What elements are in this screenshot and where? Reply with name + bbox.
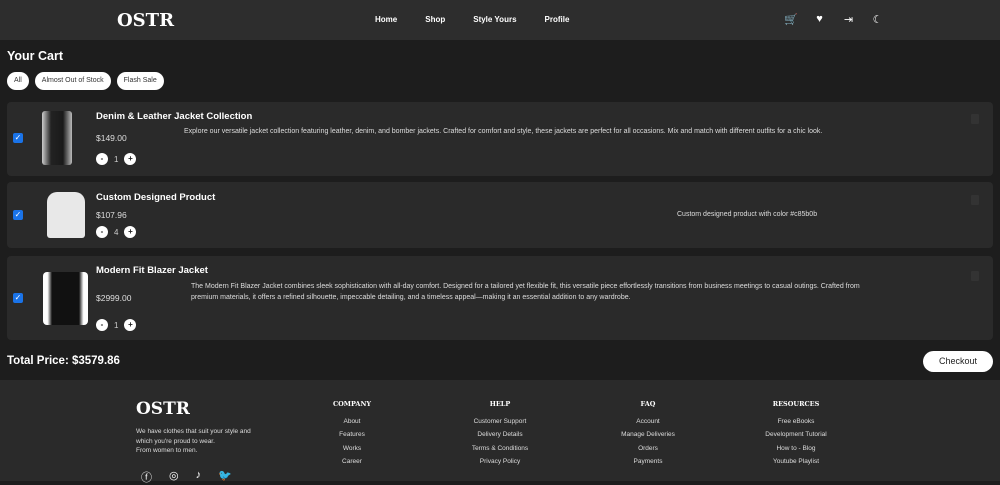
footer-link[interactable]: Manage Deliveries	[621, 431, 675, 444]
tagline-line: which you're proud to wear.	[136, 437, 215, 445]
tagline-line: From women to men.	[136, 447, 198, 454]
quantity: 1	[114, 320, 119, 330]
checkout-button[interactable]: Checkout	[923, 351, 993, 372]
filter-all[interactable]: All	[7, 72, 29, 90]
footer-link[interactable]: Career	[333, 458, 371, 471]
footer-link[interactable]: Development Tutorial	[765, 431, 826, 444]
col-heading: RESOURCES	[772, 400, 820, 408]
footer-link[interactable]: Terms & Conditions	[472, 445, 528, 458]
footer-link[interactable]: How to - Blog	[765, 445, 826, 458]
footer-link[interactable]: Customer Support	[472, 418, 528, 431]
footer-link[interactable]: Payments	[621, 458, 675, 471]
nav-home[interactable]: Home	[375, 15, 397, 24]
cart-item: ✓ Custom Designed Product $107.96 Custom…	[7, 182, 993, 248]
item-price: $149.00	[96, 133, 127, 143]
quantity: 1	[114, 154, 119, 164]
twitter-icon[interactable]: 🐦	[218, 469, 232, 485]
footer: OSTR We have clothes that suit your styl…	[0, 380, 1000, 484]
footer-col-resources: RESOURCES Free eBooks Development Tutorial…	[765, 400, 826, 471]
filter-almost-out-of-stock[interactable]: Almost Out of Stock	[34, 72, 111, 90]
nav-profile[interactable]: Profile	[545, 15, 570, 24]
logout-icon[interactable]: ⇥	[842, 13, 855, 26]
footer-link[interactable]: Privacy Policy	[472, 458, 528, 471]
quantity: 4	[114, 227, 119, 237]
item-title: Denim & Leather Jacket Collection	[96, 111, 253, 122]
footer-link[interactable]: Works	[333, 445, 371, 458]
item-title: Custom Designed Product	[96, 192, 216, 203]
instagram-icon[interactable]: ◎	[169, 469, 179, 485]
item-checkbox[interactable]: ✓	[13, 133, 23, 143]
item-description: Explore our versatile jacket collection …	[184, 128, 823, 135]
footer-link[interactable]: Youtube Playlist	[765, 458, 826, 471]
item-description: The Modern Fit Blazer Jacket combines sl…	[191, 283, 860, 301]
footer-link[interactable]: Features	[333, 431, 371, 444]
item-price: $2999.00	[96, 293, 132, 303]
col-heading: HELP	[489, 400, 511, 408]
footer-col-help: HELP Customer Support Delivery Details Term…	[472, 400, 528, 471]
trash-icon[interactable]	[971, 271, 979, 281]
decrease-button[interactable]: -	[96, 226, 108, 238]
facebook-icon[interactable]: ⓕ	[141, 469, 152, 485]
product-image	[47, 192, 85, 238]
decrease-button[interactable]: -	[96, 319, 108, 331]
logo[interactable]: OSTR	[117, 10, 174, 31]
nav-style-yours[interactable]: Style Yours	[473, 15, 516, 24]
footer-link[interactable]: About	[333, 418, 371, 431]
page-title: Your Cart	[7, 49, 64, 63]
nav-shop[interactable]: Shop	[425, 15, 445, 24]
cart-icon[interactable]: 🛒	[784, 13, 798, 26]
product-image	[42, 111, 72, 165]
total-price: Total Price: $3579.86	[7, 355, 120, 367]
navbar: OSTR Home Shop Style Yours Profile 🛒 ♥ ⇥…	[0, 0, 1000, 40]
filter-flash-sale[interactable]: Flash Sale	[116, 72, 164, 90]
heart-icon[interactable]: ♥	[813, 13, 826, 26]
footer-col-faq: FAQ Account Manage Deliveries Orders Payment…	[621, 400, 675, 471]
footer-link[interactable]: Free eBooks	[765, 418, 826, 431]
footer-logo: OSTR	[136, 399, 190, 419]
increase-button[interactable]: +	[124, 226, 137, 238]
tiktok-icon[interactable]: ♪	[196, 469, 202, 485]
trash-icon[interactable]	[971, 195, 979, 205]
footer-col-company: COMPANY About Features Works Career	[333, 400, 371, 471]
footer-link[interactable]: Delivery Details	[472, 431, 528, 444]
increase-button[interactable]: +	[124, 153, 137, 165]
cart-item: ✓ Modern Fit Blazer Jacket $2999.00 The …	[7, 256, 993, 340]
product-image	[43, 272, 88, 325]
decrease-button[interactable]: -	[96, 153, 108, 165]
col-heading: FAQ	[640, 400, 656, 408]
cart-item: ✓ Denim & Leather Jacket Collection $149…	[7, 102, 993, 176]
trash-icon[interactable]	[971, 114, 979, 124]
footer-link[interactable]: Account	[621, 418, 675, 431]
item-description: Custom designed product with color #c85b…	[677, 211, 818, 218]
item-checkbox[interactable]: ✓	[13, 210, 23, 220]
item-checkbox[interactable]: ✓	[13, 293, 23, 303]
item-price: $107.96	[96, 210, 127, 220]
moon-icon[interactable]: ☾	[871, 13, 884, 26]
footer-link[interactable]: Orders	[621, 445, 675, 458]
item-title: Modern Fit Blazer Jacket	[96, 265, 208, 276]
col-heading: COMPANY	[332, 400, 372, 408]
tagline-line: We have clothes that suit your style and	[136, 428, 251, 435]
footer-tagline: We have clothes that suit your style and…	[136, 427, 251, 456]
increase-button[interactable]: +	[124, 319, 137, 331]
